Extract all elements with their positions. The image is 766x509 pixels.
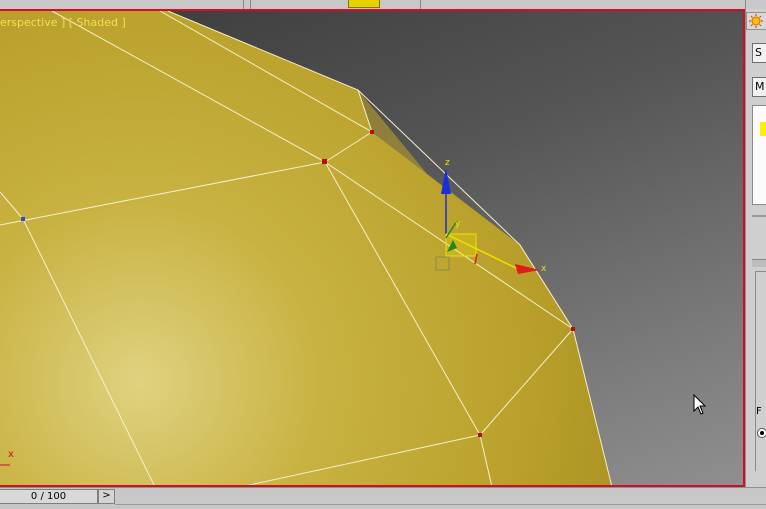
radio-selected-icon [756,427,766,439]
axis-tripod-x-label: x [8,449,14,460]
vertex[interactable] [571,327,575,331]
toolbar-separator [745,0,746,9]
object-name-field[interactable]: S [752,43,766,63]
viewport-scene[interactable]: z x y [0,11,743,487]
modifier-stack-list[interactable] [752,105,766,205]
track-bar[interactable] [115,489,766,505]
toolbar-separator [250,0,251,9]
panel-divider [752,215,766,217]
mouse-pointer-icon [693,394,707,416]
vertex[interactable] [370,130,374,134]
command-panel: S M F [745,9,766,487]
gizmo-y-label: y [455,219,461,229]
radio-button[interactable] [756,427,766,439]
rollout-frame [755,271,766,471]
vertex[interactable] [478,433,482,437]
viewport-label[interactable]: erspective ] [ Shaded ] [0,16,126,29]
gizmo-z-label: z [445,158,450,168]
perspective-viewport[interactable]: z x y erspective ] [ Shaded ] x [0,9,745,487]
vertex[interactable] [21,217,25,221]
rollout-header[interactable] [752,259,766,267]
time-slider[interactable]: 0 / 100 [0,489,98,504]
toolbar-separator [420,0,421,9]
gizmo-z-arrow[interactable] [441,168,451,194]
create-tab[interactable] [746,12,766,30]
modifier-stack-selected-item[interactable] [760,122,766,136]
time-slider-bar: 0 / 100 > [0,487,766,509]
gizmo-x-label: x [541,264,547,274]
next-frame-button[interactable]: > [98,489,115,504]
geosphere-object[interactable] [0,11,612,487]
modifier-list-dropdown[interactable]: M [752,77,766,97]
rollout-group-label: F [756,405,766,419]
toolbar-separator [243,0,244,9]
vertex[interactable] [322,159,327,164]
sun-icon [748,13,766,29]
color-swatch[interactable] [348,0,380,8]
